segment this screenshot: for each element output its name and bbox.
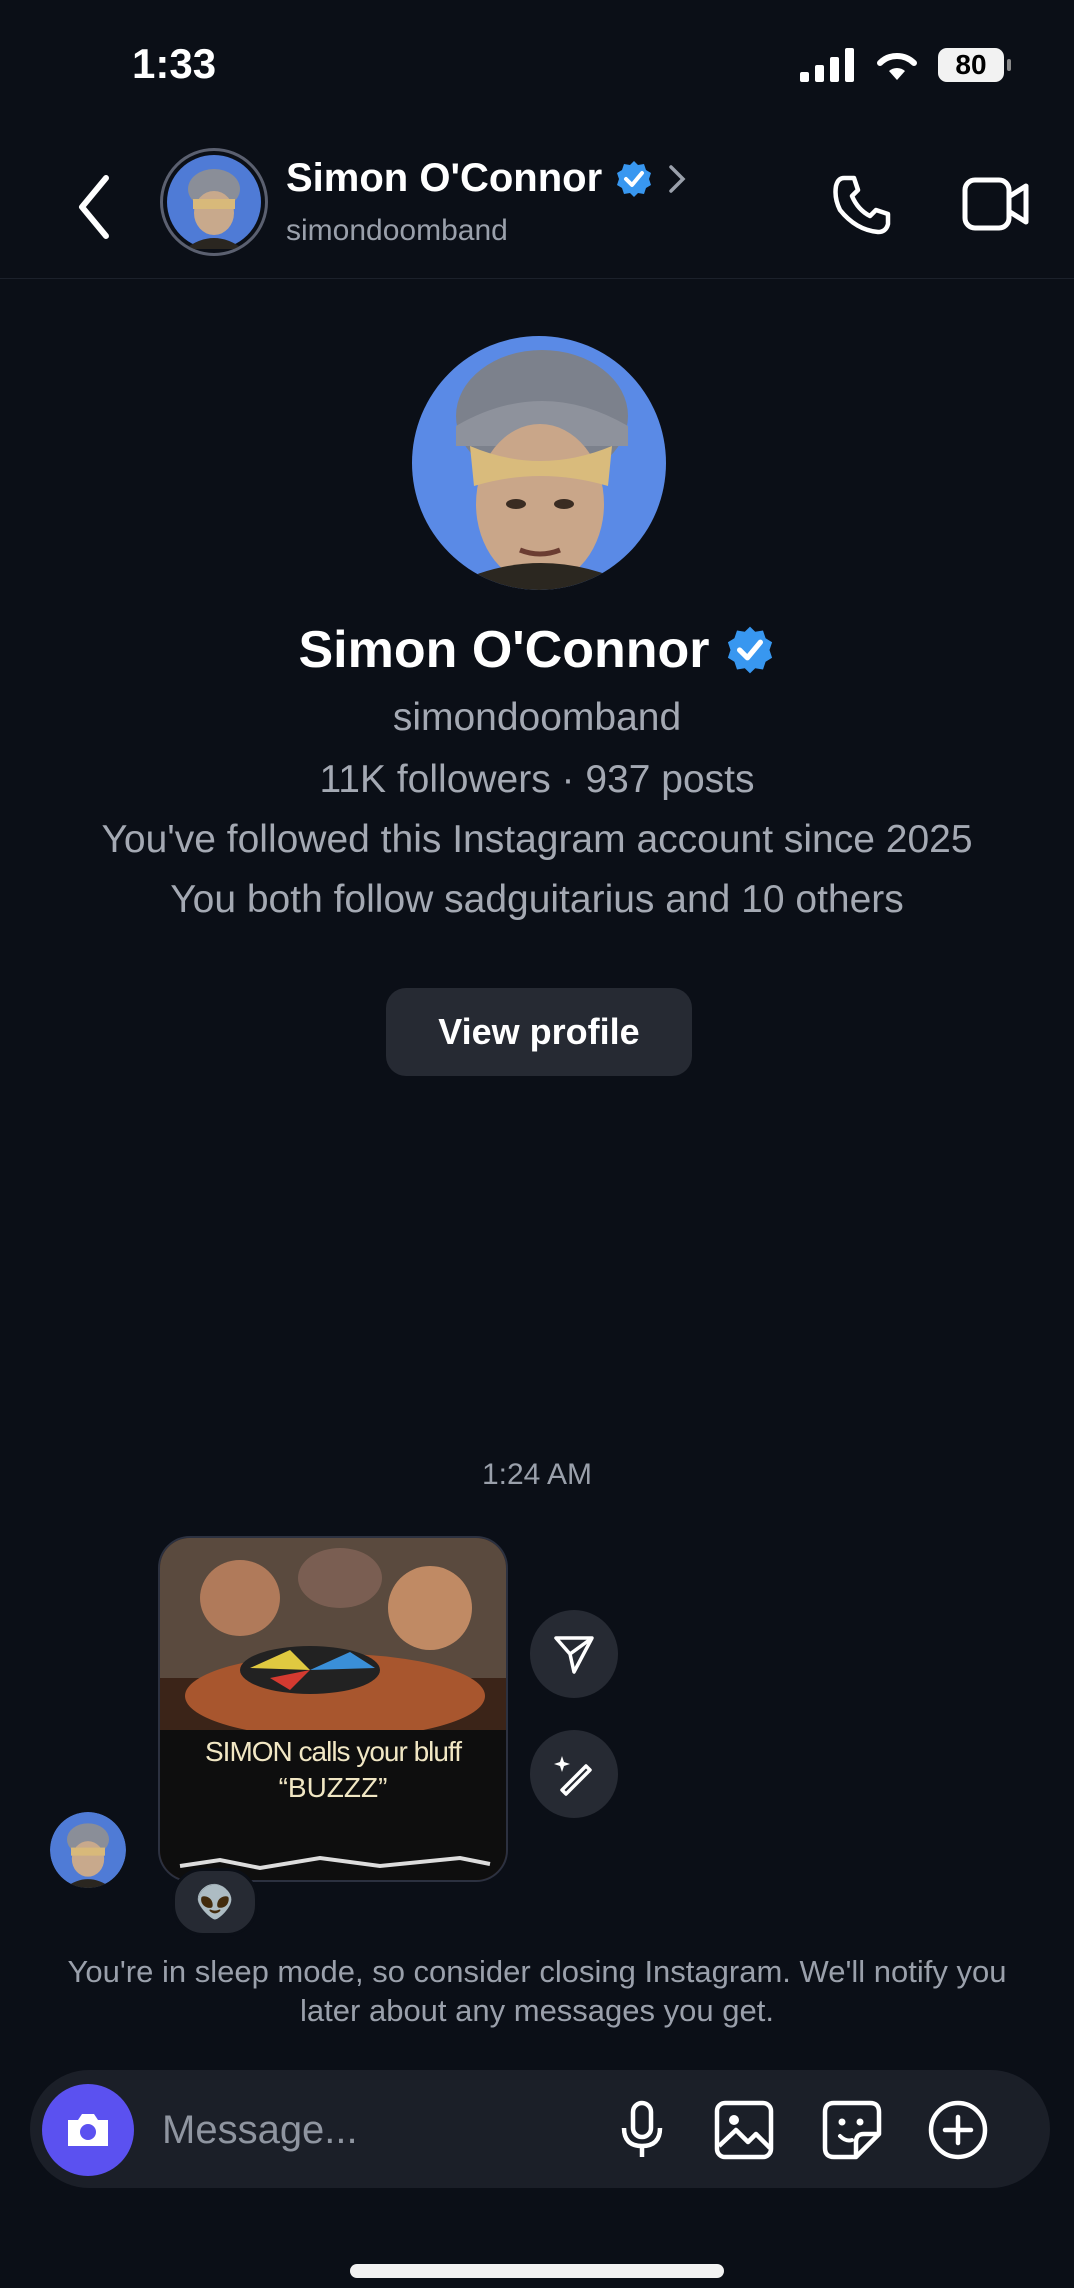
back-chevron-icon[interactable] <box>74 172 114 242</box>
battery-level: 80 <box>955 49 987 80</box>
gallery-icon <box>714 2100 774 2160</box>
profile-name: Simon O'Connor <box>298 621 710 679</box>
plus-button[interactable] <box>926 2098 990 2162</box>
header-name-row[interactable]: Simon O'Connor <box>286 156 688 201</box>
post-caption-line2: “BUZZZ” <box>278 1772 388 1803</box>
sender-avatar[interactable] <box>50 1812 126 1888</box>
header-username[interactable]: simondoomband <box>286 214 508 248</box>
message-input[interactable] <box>160 2096 584 2164</box>
shared-post[interactable]: SIMON calls your bluff “BUZZZ” <box>158 1536 508 1882</box>
reaction-emoji: 👽 <box>195 1884 235 1920</box>
profile-name-row: Simon O'Connor <box>0 620 1074 680</box>
gallery-button[interactable] <box>712 2098 776 2162</box>
chevron-right-icon <box>669 164 686 193</box>
ai-edit-button[interactable] <box>530 1730 618 1818</box>
profile-stats: 11K followers · 937 posts <box>319 758 755 801</box>
verified-badge-icon <box>727 626 772 674</box>
battery-icon: 80 <box>938 48 1011 82</box>
wifi-icon <box>877 52 917 80</box>
status-icons: 80 <box>800 48 1011 82</box>
header-name: Simon O'Connor <box>286 156 603 200</box>
sticker-icon <box>822 2100 882 2160</box>
shared-post-image <box>160 1538 506 1880</box>
sticker-button[interactable] <box>820 2098 884 2162</box>
profile-photo <box>412 336 666 590</box>
post-caption-line1: SIMON calls your bluff <box>204 1736 462 1767</box>
microphone-button[interactable] <box>610 2098 674 2162</box>
camera-icon <box>68 2114 108 2146</box>
profile-avatar[interactable] <box>412 336 666 590</box>
avatar-image <box>167 155 261 249</box>
profile-followed-since: You've followed this Instagram account s… <box>101 818 973 861</box>
status-time: 1:33 <box>132 40 217 87</box>
header-avatar[interactable] <box>160 148 268 256</box>
camera-button[interactable] <box>42 2084 134 2176</box>
profile-username: simondoomband <box>392 696 682 739</box>
microphone-icon <box>621 2100 663 2157</box>
message-timestamp: 1:24 AM <box>481 1458 593 1491</box>
verified-badge-icon <box>617 160 652 197</box>
video-camera-icon[interactable] <box>962 176 1030 232</box>
cellular-signal-icon <box>800 48 854 82</box>
home-indicator[interactable] <box>350 2264 724 2278</box>
phone-icon[interactable] <box>830 172 894 236</box>
ai-edit-icon <box>554 1756 592 1796</box>
plus-icon <box>928 2100 988 2160</box>
view-profile-button[interactable]: View profile <box>386 988 692 1076</box>
sender-avatar-image <box>50 1812 126 1888</box>
share-button[interactable] <box>530 1610 618 1698</box>
sleep-mode-notice: You're in sleep mode, so consider closin… <box>67 1954 1007 2028</box>
message-reaction[interactable]: 👽 <box>172 1868 258 1936</box>
share-icon <box>554 1636 594 1674</box>
profile-mutuals: You both follow sadguitarius and 10 othe… <box>170 878 904 921</box>
